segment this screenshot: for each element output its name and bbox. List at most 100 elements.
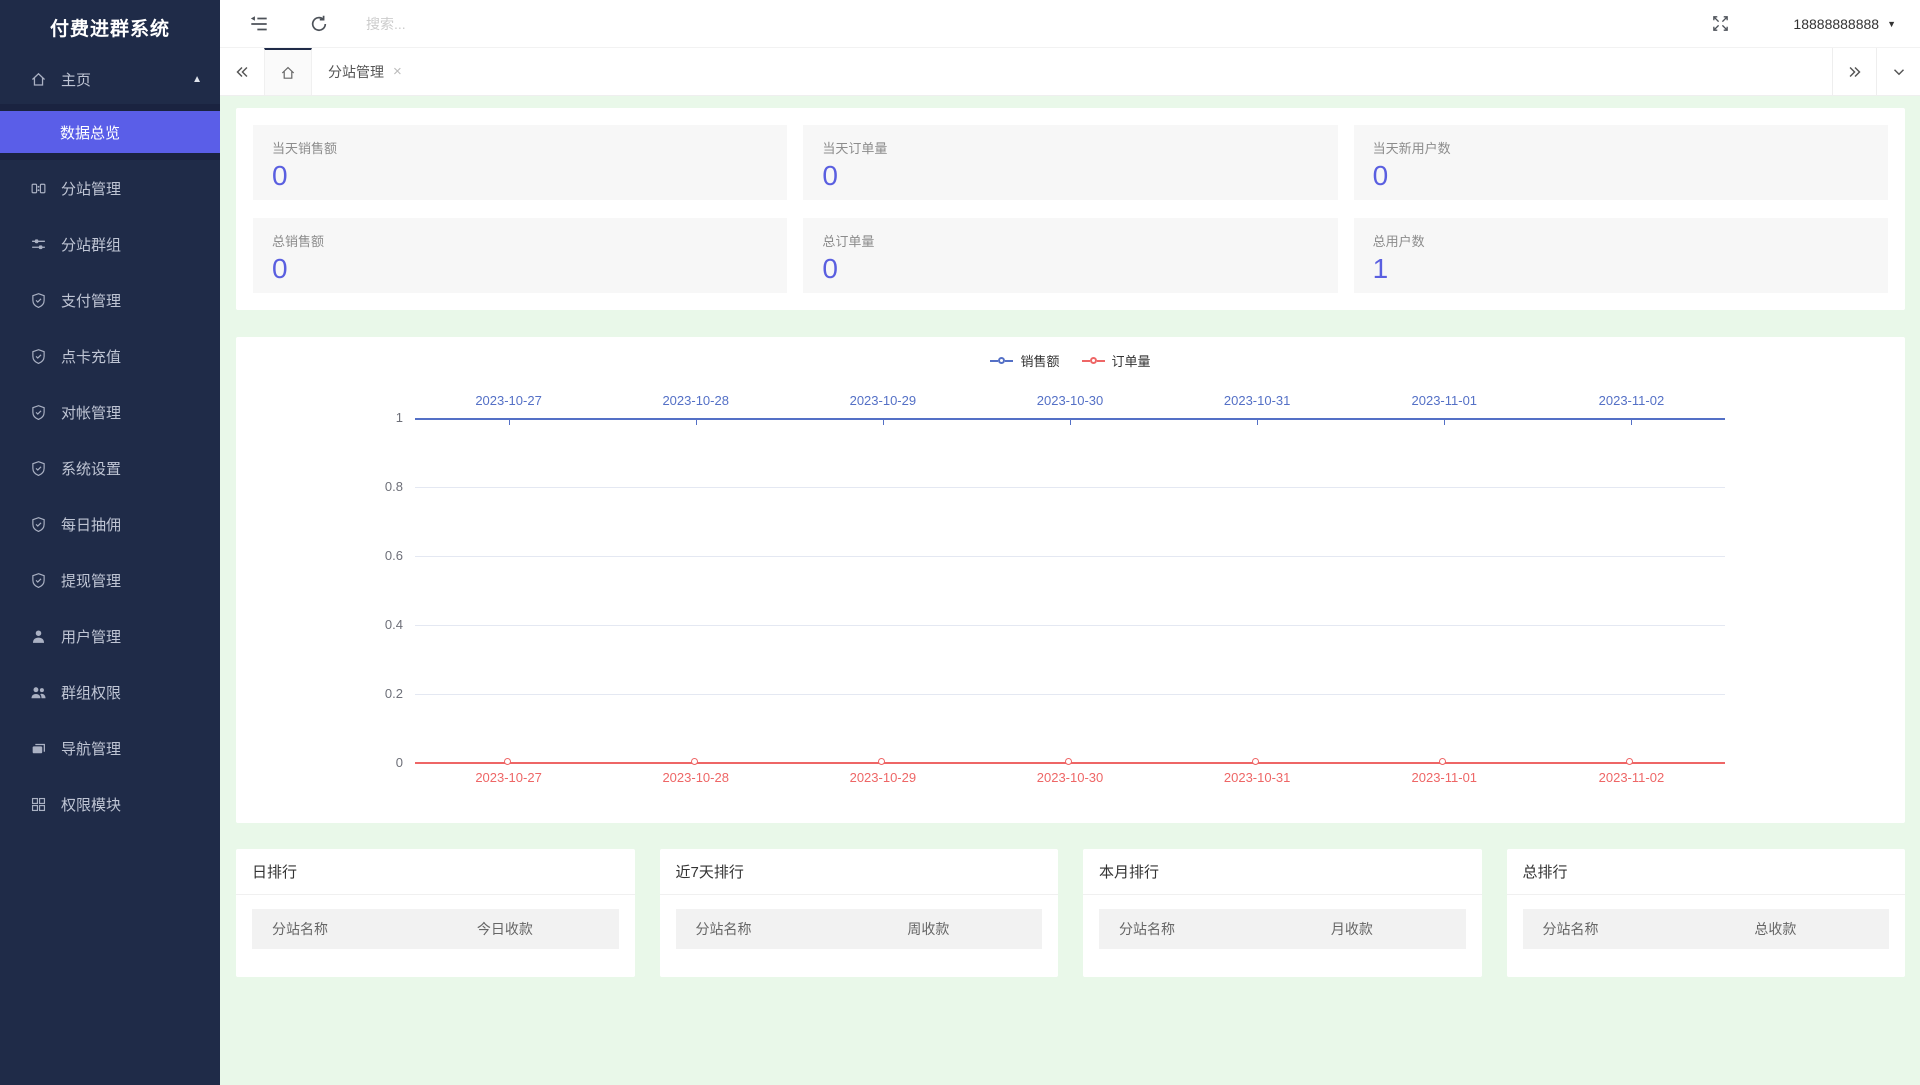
legend-label: 销售额 [1020, 354, 1060, 369]
stat-card-total-users: 总用户数 1 [1353, 218, 1888, 293]
ranking-title: 近7天排行 [659, 849, 1058, 895]
ranking-card-daily: 日排行 分站名称 今日收款 [236, 849, 635, 977]
sidebar-item-daily-commission[interactable]: 每日抽佣 [0, 496, 220, 552]
rankings-row: 日排行 分站名称 今日收款 近7天排行 分站名称 周收款 本月排行 分站名称 月… [236, 849, 1905, 977]
top-x-axis-tick [882, 420, 884, 425]
tab-site-manage[interactable]: 分站管理 × [312, 48, 414, 95]
bottom-x-axis-label: 2023-10-31 [1223, 770, 1291, 785]
y-axis-label: 0.6 [384, 548, 403, 563]
ranking-title: 日排行 [236, 849, 635, 895]
user-icon [30, 628, 47, 645]
top-x-axis-tick [1631, 420, 1633, 425]
sidebar-item-group-permissions[interactable]: 群组权限 [0, 664, 220, 720]
top-x-axis-tick [1070, 420, 1071, 425]
collapse-sidebar-icon[interactable] [246, 11, 272, 37]
legend-line-circle-icon [1081, 357, 1105, 364]
bottom-x-axis-label: 2023-10-30 [1036, 770, 1104, 785]
stat-value: 0 [272, 253, 288, 284]
search-input[interactable] [366, 15, 566, 32]
bottom-x-axis-label: 2023-10-29 [849, 770, 917, 785]
tabs-menu-icon[interactable] [1876, 48, 1920, 95]
y-axis-label: 0.4 [384, 617, 403, 632]
top-x-axis-label: 2023-10-31 [1223, 393, 1291, 408]
sidebar-item-label: 分站群组 [61, 236, 122, 254]
modules-icon [30, 796, 47, 813]
stat-label: 总销售额 [272, 234, 325, 249]
tab-home[interactable] [264, 48, 312, 95]
series-point-marker [503, 758, 511, 765]
sliders-icon [30, 236, 47, 253]
legend-label: 订单量 [1111, 354, 1151, 369]
bottom-x-axis-label: 2023-11-01 [1411, 770, 1478, 785]
home-icon [30, 71, 47, 88]
tabs-scroll-left-icon[interactable] [220, 48, 264, 95]
stats-panel: 当天销售额 0 当天订单量 0 当天新用户数 0 总销售额 0 总订单量 0 总… [236, 108, 1905, 310]
stat-label: 当天新用户数 [1372, 141, 1451, 156]
tab-label: 分站管理 [328, 63, 384, 80]
top-x-axis-label: 2023-11-01 [1411, 393, 1478, 408]
sidebar-item-label: 支付管理 [61, 292, 122, 310]
sidebar-item-label: 点卡充值 [61, 348, 122, 366]
y-axis-label: 0.2 [384, 686, 403, 701]
y-axis-label: 1 [395, 410, 403, 425]
bottom-x-axis-label: 2023-11-02 [1598, 770, 1665, 785]
refresh-icon[interactable] [306, 11, 332, 37]
app-title: 付费进群系统 [49, 18, 170, 40]
shield-check-icon [30, 516, 47, 533]
stat-card-total-orders: 总订单量 0 [803, 218, 1338, 293]
ranking-col-site-name: 分站名称 [1119, 921, 1175, 937]
sidebar-item-site-groups[interactable]: 分站群组 [0, 216, 220, 272]
sidebar-item-label: 数据总览 [60, 124, 121, 142]
sidebar-item-nav-manage[interactable]: 导航管理 [0, 720, 220, 776]
ranking-title: 总排行 [1506, 849, 1905, 895]
series-point-marker [1065, 758, 1072, 765]
stat-label: 总订单量 [822, 234, 875, 249]
sidebar-item-reconciliation[interactable]: 对帐管理 [0, 384, 220, 440]
fullscreen-icon[interactable] [1707, 11, 1733, 37]
tabbar-spacer [414, 48, 1832, 95]
sidebar-item-label: 导航管理 [61, 740, 122, 758]
sidebar-menu-list: 分站管理 分站群组 支付管理 点卡充值 对帐管理 系统设置 每日抽佣 提现管理 … [0, 160, 220, 832]
legend-item[interactable]: 销售额 [990, 351, 1060, 370]
bottom-x-axis-label: 2023-10-27 [475, 770, 542, 785]
legend-item[interactable]: 订单量 [1081, 351, 1151, 370]
columns-icon [30, 180, 47, 197]
sidebar-item-label: 权限模块 [61, 796, 122, 814]
user-menu[interactable]: 18888888888 ▼ [1793, 16, 1896, 32]
y-axis-label: 0 [395, 755, 403, 770]
sidebar-item-home[interactable]: 主页 ▲ [0, 54, 220, 104]
ranking-col-amount: 周收款 [907, 921, 950, 937]
y-gridline [415, 625, 1725, 626]
tab-bar: 分站管理 × [220, 48, 1920, 96]
stat-label: 总用户数 [1372, 234, 1425, 249]
chart-legend: 销售额 订单量 [236, 351, 1905, 370]
close-icon[interactable]: × [393, 64, 402, 79]
series-point-marker [877, 758, 885, 765]
ranking-title: 本月排行 [1083, 849, 1482, 895]
sidebar-item-label: 对帐管理 [61, 404, 122, 422]
sidebar-item-system-settings[interactable]: 系统设置 [0, 440, 220, 496]
sidebar-item-site-manage[interactable]: 分站管理 [0, 160, 220, 216]
sidebar-item-card-recharge[interactable]: 点卡充值 [0, 328, 220, 384]
sidebar-item-label: 提现管理 [61, 572, 122, 590]
stat-card-today-orders: 当天订单量 0 [803, 125, 1338, 200]
stat-value: 1 [1372, 253, 1389, 284]
stat-value: 0 [272, 160, 288, 191]
sidebar-item-label: 分站管理 [61, 180, 122, 198]
ranking-header: 分站名称 今日收款 [252, 909, 619, 949]
sidebar-item-data-overview[interactable]: 数据总览 [0, 111, 220, 153]
sidebar-item-payment-manage[interactable]: 支付管理 [0, 272, 220, 328]
sidebar-item-user-manage[interactable]: 用户管理 [0, 608, 220, 664]
stat-value: 0 [822, 253, 838, 284]
home-icon [281, 66, 295, 79]
y-gridline [415, 487, 1725, 488]
sidebar: 付费进群系统 主页 ▲ 数据总览 分站管理 分站群组 支付管理 点卡充值 对帐管… [0, 0, 220, 1085]
users-icon [30, 684, 47, 701]
legend-line-circle-icon [990, 357, 1014, 364]
ranking-col-amount: 总收款 [1754, 921, 1797, 937]
sidebar-item-permission-module[interactable]: 权限模块 [0, 776, 220, 832]
sidebar-item-withdrawal-manage[interactable]: 提现管理 [0, 552, 220, 608]
sidebar-submenu: 数据总览 [0, 104, 220, 160]
app-root: 付费进群系统 主页 ▲ 数据总览 分站管理 分站群组 支付管理 点卡充值 对帐管… [0, 0, 1920, 1085]
tabs-scroll-right-icon[interactable] [1832, 48, 1876, 95]
